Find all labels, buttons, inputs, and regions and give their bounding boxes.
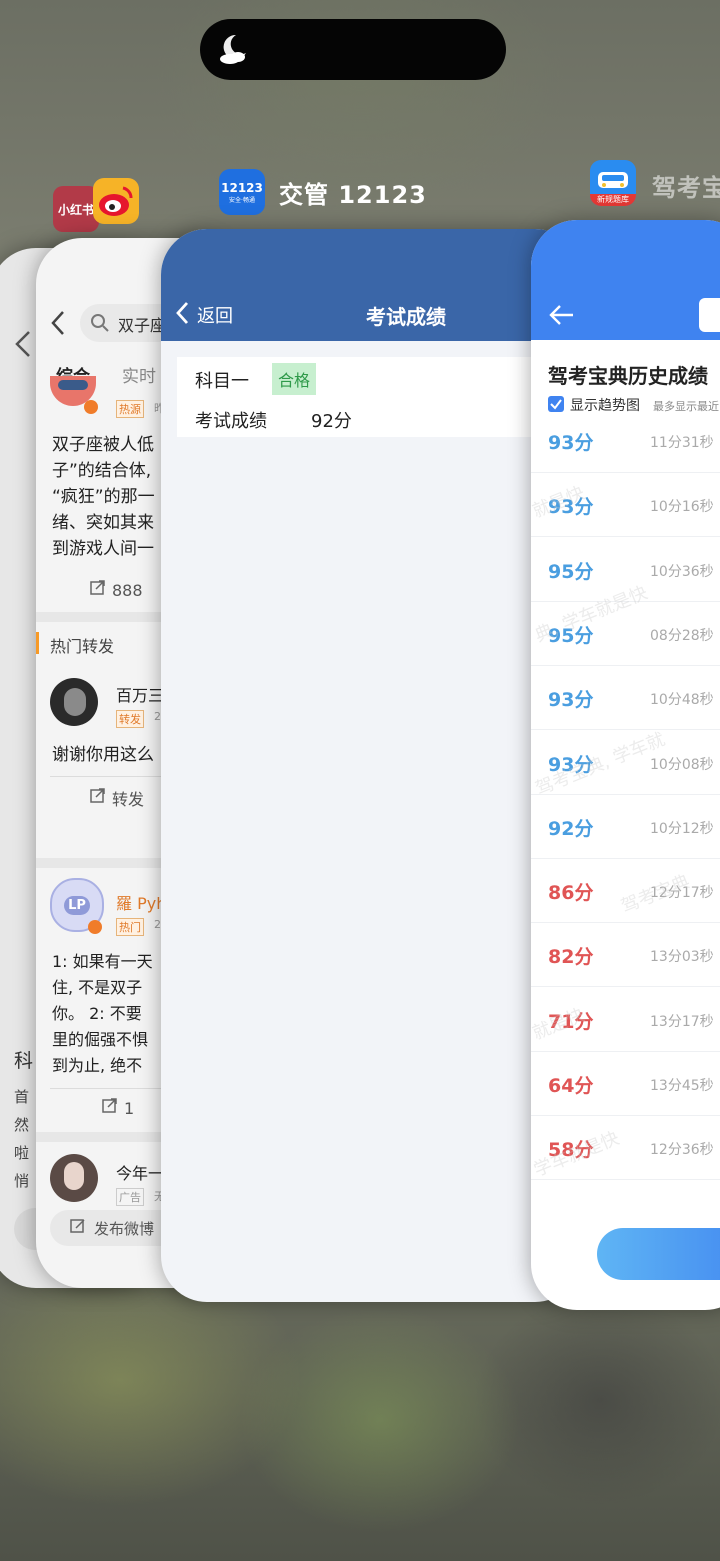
jk-icon-badge: 新规题库 — [590, 194, 636, 206]
post-text-line: 子”的结合体, — [52, 461, 152, 481]
jg12123-app-icon: 12123 安全·畅通 — [219, 169, 265, 215]
score-value: 92分 — [311, 411, 352, 432]
post-text-line: 双子座被人低 — [52, 435, 154, 455]
record-time: 10分48秒 — [650, 692, 714, 709]
record-time: 13分17秒 — [650, 1013, 714, 1030]
jiakao-app-card[interactable]: 驾考宝典历史成绩 显示趋势图 最多显示最近 93分 11分31秒 93分 10分16秒… — [531, 220, 720, 1310]
search-text: 双子座 — [118, 316, 167, 335]
repost-count: 888 — [112, 580, 143, 600]
record-time: 10分12秒 — [650, 820, 714, 837]
record-row[interactable]: 82分 13分03秒 — [531, 922, 720, 988]
search-icon — [90, 313, 110, 337]
verified-icon — [88, 920, 102, 934]
xhs-text-4: 啦 — [14, 1144, 30, 1162]
post-time: 2 — [154, 918, 161, 931]
repost-label: 转发 — [112, 790, 145, 809]
weibo-icon[interactable] — [93, 178, 139, 224]
score-label: 考试成绩 — [195, 411, 267, 432]
tab-realtime[interactable]: 实时 — [122, 362, 156, 387]
record-time: 10分16秒 — [650, 499, 714, 516]
post-text-line: 到为止, 绝不 — [52, 1056, 143, 1075]
repost-button[interactable]: 1 — [102, 1098, 134, 1118]
moon-cloud-icon — [214, 29, 254, 78]
subject-label: 科目一 — [195, 371, 249, 392]
record-row[interactable]: 93分 11分31秒 — [531, 408, 720, 473]
jiakao-app-name: 驾考宝典 — [652, 174, 720, 202]
post-badge: 热源 — [116, 400, 144, 418]
share-icon — [90, 788, 106, 808]
post-author[interactable]: 羅 Pyh — [116, 890, 166, 914]
post-text-line: 你。 2: 不要 — [52, 1004, 142, 1023]
repost-button[interactable]: 888 — [90, 580, 143, 600]
back-label: 返回 — [197, 306, 233, 327]
record-time: 13分45秒 — [650, 1078, 714, 1094]
section-title: 热门转发 — [50, 637, 115, 656]
jg12123-app-label[interactable]: 12123 安全·畅通 交管 12123 — [219, 169, 427, 215]
jg-icon-sub: 安全·畅通 — [229, 196, 255, 204]
compose-label: 发布微博 — [94, 1219, 155, 1238]
xhs-text-1: 科 — [14, 1050, 34, 1072]
post-author[interactable]: 今年一 — [116, 1160, 164, 1184]
xhs-text-5: 悄 — [14, 1172, 30, 1190]
post-badge: 转发 — [116, 710, 144, 728]
record-score: 64分 — [548, 1075, 594, 1097]
record-score: 86分 — [548, 882, 594, 905]
back-arrow-icon[interactable] — [549, 304, 575, 330]
share-icon — [102, 1098, 118, 1118]
xhs-text-2: 首 — [14, 1088, 30, 1106]
record-score: 82分 — [548, 946, 594, 969]
record-time: 12分36秒 — [650, 1142, 714, 1159]
share-icon — [90, 580, 106, 600]
bottom-action-button[interactable] — [597, 1228, 720, 1280]
record-row[interactable]: 64分 13分45秒 — [531, 1051, 720, 1116]
avatar[interactable] — [50, 678, 98, 726]
avatar[interactable] — [50, 1154, 98, 1202]
repost-button[interactable]: 转发 — [90, 786, 144, 810]
post-text-line: 谢谢你用这么 — [52, 745, 154, 765]
record-time: 10分36秒 — [650, 563, 714, 580]
xhs-icon-text: 小红书 — [57, 202, 94, 217]
jg12123-app-card[interactable]: 返回 考试成绩 科目一 合格 考试成绩 92分 — [161, 229, 581, 1302]
post-text-line: 住, 不是双子 — [52, 978, 143, 997]
section-accent — [36, 632, 39, 654]
post-text-line: 1: 如果有一天 — [52, 952, 153, 971]
verified-icon — [84, 400, 98, 414]
post-time: 2 — [154, 710, 161, 723]
record-time: 11分31秒 — [650, 435, 714, 451]
post-badge: 热门 — [116, 918, 144, 936]
history-title: 驾考宝典历史成绩 — [548, 364, 708, 388]
post-text-line: 到游戏人间一 — [52, 539, 154, 559]
post-text-line: “疯狂”的那一 — [52, 487, 155, 507]
record-row[interactable]: 93分 10分48秒 — [531, 665, 720, 731]
xhs-text-3: 然 — [14, 1116, 30, 1134]
header-widget[interactable] — [699, 298, 720, 332]
back-icon[interactable] — [50, 310, 66, 340]
status-badge: 合格 — [272, 363, 317, 395]
jg-icon-text: 12123 — [221, 180, 263, 195]
record-time: 08分28秒 — [650, 627, 714, 644]
page-title: 考试成绩 — [366, 305, 446, 329]
record-score: 95分 — [548, 560, 594, 583]
jg12123-app-name: 交管 12123 — [279, 180, 427, 209]
record-score: 92分 — [548, 817, 594, 840]
edit-icon — [70, 1218, 86, 1238]
post-author[interactable]: 百万三 — [116, 682, 164, 706]
record-row[interactable]: 92分 10分12秒 — [531, 794, 720, 859]
chevron-left-icon[interactable] — [14, 330, 32, 362]
jiakao-app-icon: 新规题库 — [590, 160, 636, 206]
post-text-line: 绪、突如其来 — [52, 513, 154, 533]
post-text-line: 里的倔强不惧 — [52, 1030, 149, 1049]
record-time: 13分03秒 — [650, 949, 714, 966]
record-score: 93分 — [548, 689, 594, 712]
chevron-left-icon — [175, 301, 189, 329]
record-score: 93分 — [548, 432, 594, 454]
repost-count: 1 — [124, 1098, 135, 1118]
record-time: 10分08秒 — [650, 756, 714, 773]
back-button[interactable]: 返回 — [175, 301, 233, 329]
ad-badge: 广告 — [116, 1188, 144, 1206]
dynamic-island — [200, 19, 506, 80]
